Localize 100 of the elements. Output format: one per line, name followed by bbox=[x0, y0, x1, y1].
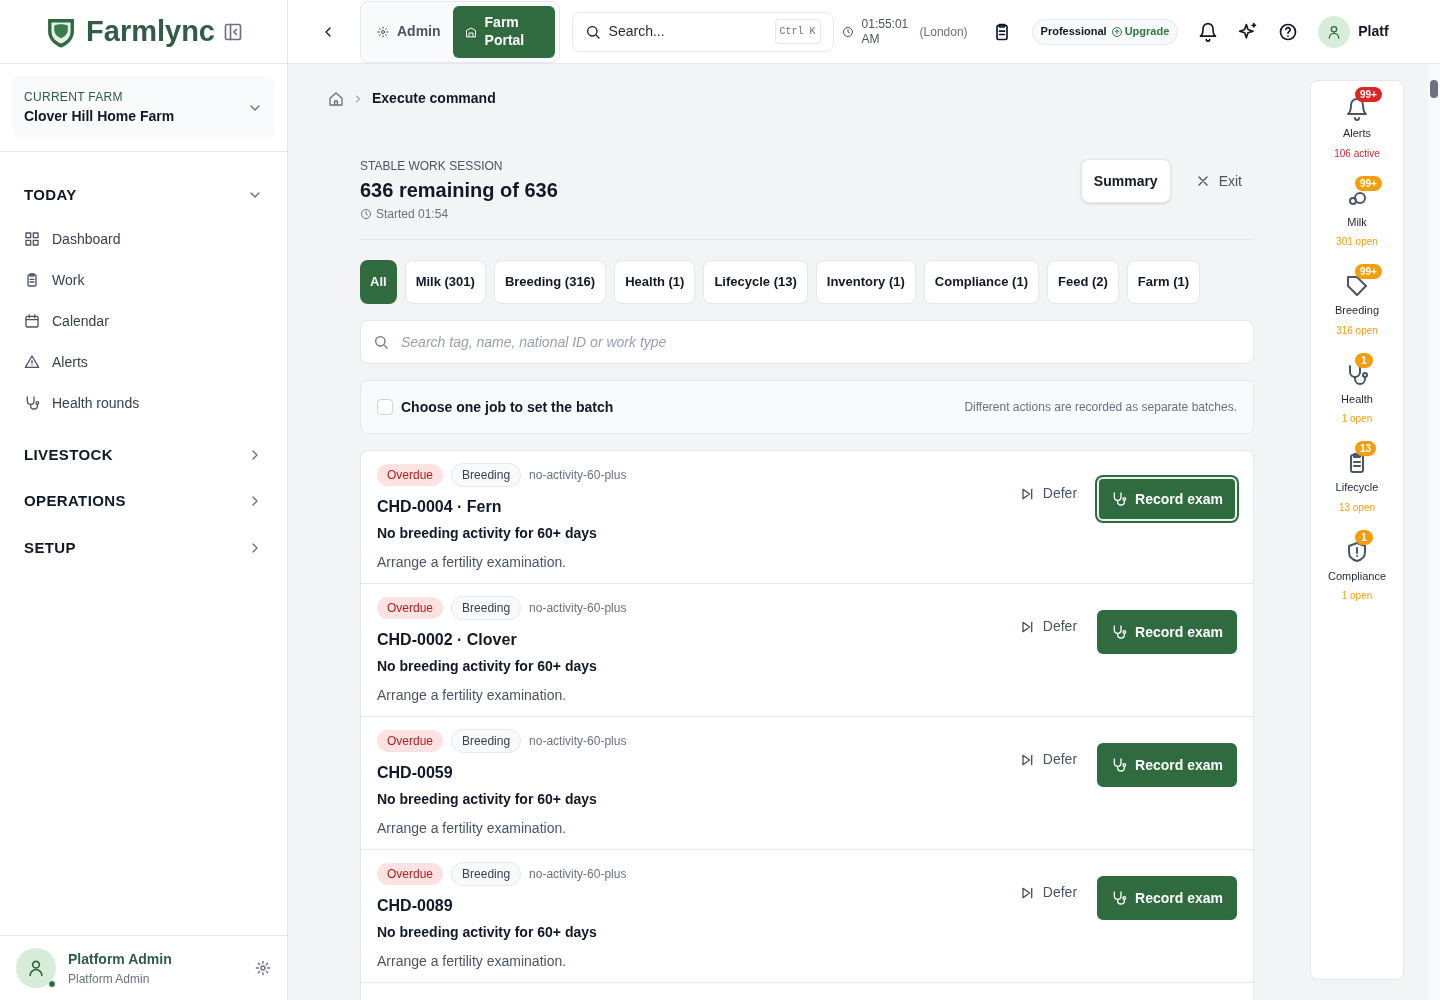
rail-item[interactable]: 99+ Milk 301 open bbox=[1311, 177, 1403, 249]
category-badge: Breeding bbox=[451, 729, 522, 753]
nav-section[interactable]: OPERATIONS bbox=[24, 478, 263, 525]
stethoscope-icon bbox=[1111, 757, 1128, 773]
job-advice: Arrange a fertility examination. bbox=[377, 952, 568, 971]
portal-tab[interactable]: Farm Portal bbox=[452, 5, 555, 58]
account-role: Platform Admin bbox=[68, 970, 151, 988]
calendar-icon bbox=[24, 313, 40, 329]
status-badge: Overdue bbox=[377, 863, 444, 885]
filter-chip[interactable]: Milk (301) bbox=[404, 260, 486, 304]
filter-chip[interactable]: Breeding (316) bbox=[493, 260, 607, 304]
rail-item[interactable]: 1 Health 1 open bbox=[1311, 354, 1403, 426]
filter-chip[interactable]: Compliance (1) bbox=[923, 260, 1039, 304]
job-advice: Arrange a fertility examination. bbox=[377, 819, 568, 838]
filter-chip[interactable]: All bbox=[360, 260, 397, 304]
upgrade-icon bbox=[1110, 25, 1123, 38]
filter-chip[interactable]: Lifecycle (13) bbox=[703, 260, 808, 304]
job-code: no-activity-60-plus bbox=[529, 600, 627, 617]
session-label: STABLE WORK SESSION bbox=[360, 158, 504, 175]
home-icon bbox=[328, 90, 344, 107]
record-exam-button[interactable]: Record exam bbox=[1097, 610, 1237, 654]
category-badge: Breeding bbox=[451, 596, 522, 620]
filter-chip[interactable]: Inventory (1) bbox=[815, 260, 916, 304]
animal-name: CHD-0004 · Fern bbox=[377, 497, 503, 517]
bell-icon bbox=[1198, 21, 1219, 42]
category-badge: Breeding bbox=[451, 862, 522, 886]
farm-selector[interactable]: CURRENT FARM Clover Hill Home Farm bbox=[12, 76, 275, 139]
stethoscope-icon bbox=[1111, 890, 1128, 906]
brand-name: Farmlync bbox=[86, 13, 215, 49]
batch-note: Different actions are recorded as separate batches. bbox=[964, 399, 1237, 416]
user-icon bbox=[26, 958, 46, 978]
record-exam-button[interactable]: Record exam bbox=[1097, 743, 1237, 787]
notifications-button[interactable] bbox=[1198, 21, 1219, 42]
category-badge: Breeding bbox=[451, 463, 522, 487]
status-badge: Overdue bbox=[377, 597, 444, 619]
status-badge: Overdue bbox=[377, 730, 444, 752]
avatar[interactable] bbox=[1318, 15, 1351, 48]
job-title: No breeding activity for 60+ days bbox=[377, 790, 598, 809]
exit-button[interactable]: Exit bbox=[1182, 159, 1254, 203]
count-badge: 1 bbox=[1355, 529, 1373, 545]
bell-icon bbox=[1345, 97, 1369, 121]
record-exam-button[interactable]: Record exam bbox=[1097, 477, 1237, 521]
status-badge: Overdue bbox=[377, 464, 444, 486]
job-title: No breeding activity for 60+ days bbox=[377, 923, 598, 942]
job-search-field[interactable]: Search tag, name, national ID or work type bbox=[360, 320, 1254, 364]
breadcrumb-current: Execute command bbox=[372, 89, 496, 108]
rail-item[interactable]: 1 Compliance 1 open bbox=[1311, 531, 1403, 603]
sparkle-icon bbox=[1238, 21, 1259, 42]
record-exam-button[interactable]: Record exam bbox=[1097, 876, 1237, 920]
defer-button[interactable]: Defer bbox=[1006, 882, 1090, 903]
stethoscope-icon bbox=[1111, 624, 1128, 640]
nav-section[interactable]: LIVESTOCK bbox=[24, 431, 263, 478]
scrollbar[interactable] bbox=[1428, 64, 1440, 1000]
rail-item[interactable]: 99+ Alerts 106 active bbox=[1311, 89, 1403, 161]
assistant-button[interactable] bbox=[1238, 21, 1259, 42]
help-button[interactable] bbox=[1278, 21, 1299, 42]
defer-button[interactable]: Defer bbox=[1006, 749, 1090, 770]
portal-tab[interactable]: Admin bbox=[365, 5, 453, 58]
job-title: No breeding activity for 60+ days bbox=[377, 524, 598, 543]
animal-name: CHD-0089 bbox=[377, 896, 454, 916]
nav-section[interactable]: TODAY bbox=[24, 172, 263, 219]
rail-item[interactable]: 13 Lifecycle 13 open bbox=[1311, 443, 1403, 515]
nav-item[interactable]: Calendar bbox=[24, 300, 263, 342]
count-badge: 99+ bbox=[1355, 264, 1382, 279]
nav-section[interactable]: SETUP bbox=[24, 524, 263, 571]
collapse-sidebar-icon bbox=[223, 21, 243, 42]
nav-item[interactable]: Health rounds bbox=[24, 382, 263, 424]
stethoscope-icon bbox=[24, 395, 40, 411]
job-code: no-activity-60-plus bbox=[529, 866, 627, 883]
animal-name: CHD-0059 bbox=[377, 763, 454, 783]
rail-item[interactable]: 99+ Breeding 316 open bbox=[1311, 266, 1403, 338]
search-field[interactable]: Search... Ctrl K bbox=[571, 11, 834, 52]
job-search-input[interactable]: Search tag, name, national ID or work type bbox=[401, 331, 1241, 353]
upgrade-link[interactable]: Upgrade bbox=[1110, 23, 1170, 40]
batch-label: Choose one job to set the batch bbox=[401, 397, 615, 417]
count-badge: 1 bbox=[1355, 352, 1373, 368]
nav-item[interactable]: Work bbox=[24, 259, 263, 301]
account-name: Platform Admin bbox=[68, 949, 173, 969]
filter-chip[interactable]: Farm (1) bbox=[1126, 260, 1201, 304]
defer-button[interactable]: Defer bbox=[1006, 616, 1090, 637]
batch-checkbox[interactable] bbox=[377, 399, 393, 415]
count-badge: 13 bbox=[1355, 441, 1377, 456]
shield-alert-icon bbox=[1345, 539, 1369, 564]
warning-icon bbox=[24, 354, 40, 370]
nav-item[interactable]: Dashboard bbox=[24, 218, 263, 260]
grid-icon bbox=[24, 231, 40, 247]
search-input[interactable]: Search... bbox=[608, 21, 767, 42]
plan-name: Professional bbox=[1040, 24, 1107, 40]
search-icon bbox=[584, 23, 601, 40]
user-name: Platf bbox=[1358, 22, 1390, 41]
filter-chip[interactable]: Health (1) bbox=[614, 260, 696, 304]
job-advice: Arrange a fertility examination. bbox=[377, 553, 568, 572]
clipboard-icon bbox=[24, 272, 40, 288]
help-icon bbox=[1278, 21, 1299, 42]
filter-chip[interactable]: Feed (2) bbox=[1047, 260, 1119, 304]
nav-item[interactable]: Alerts bbox=[24, 341, 263, 383]
summary-button[interactable]: Summary bbox=[1080, 159, 1171, 203]
defer-button[interactable]: Defer bbox=[1006, 483, 1090, 504]
clock-zone: (London) bbox=[919, 23, 968, 41]
barn-icon bbox=[464, 25, 477, 38]
